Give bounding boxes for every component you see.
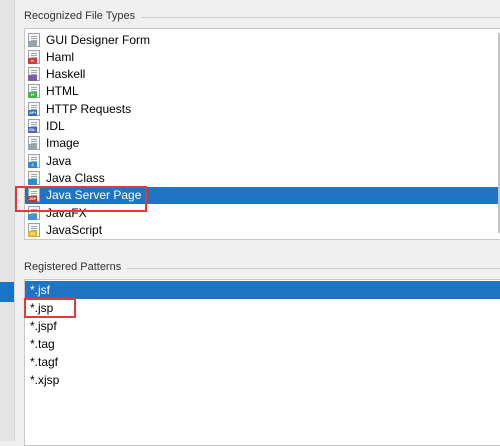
file-icon-badge bbox=[28, 40, 37, 47]
file-icon-badge: J bbox=[28, 161, 37, 168]
file-type-label: Image bbox=[46, 136, 80, 151]
recognized-group-title: Recognized File Types bbox=[24, 10, 142, 22]
pattern-label: *.tagf bbox=[30, 355, 59, 369]
file-type-item[interactable]: Image bbox=[25, 135, 500, 152]
java-class-file-icon bbox=[28, 170, 40, 185]
patterns-list[interactable]: *.jsf *.jsp *.jspf *.tag *.tagf *.xjsp bbox=[24, 279, 500, 446]
file-type-label: Java bbox=[46, 153, 72, 168]
file-type-item[interactable]: H HTML bbox=[25, 83, 500, 100]
file-type-label: JavaScript bbox=[46, 222, 103, 237]
file-icon-badge bbox=[28, 144, 37, 151]
file-type-item[interactable]: Java Class bbox=[25, 169, 500, 186]
file-type-label: Haml bbox=[46, 49, 75, 64]
left-panel-strip bbox=[0, 0, 15, 441]
pattern-label: *.jspf bbox=[30, 319, 57, 333]
file-icon-badge: JS bbox=[28, 230, 37, 237]
file-icon-badge bbox=[28, 75, 37, 82]
jsp-pattern-highlight bbox=[24, 298, 76, 318]
file-type-item[interactable]: J Java bbox=[25, 152, 500, 169]
file-type-label: HTTP Requests bbox=[46, 101, 132, 116]
file-type-item[interactable]: h Haml bbox=[25, 48, 500, 65]
file-icon-badge: API bbox=[28, 109, 37, 116]
file-type-label: IDL bbox=[46, 119, 65, 133]
file-icon-badge bbox=[28, 178, 37, 185]
pattern-item[interactable]: *.jspf bbox=[25, 317, 500, 335]
file-type-item[interactable]: IDL IDL bbox=[25, 118, 500, 135]
file-type-item[interactable]: JS JavaScript bbox=[25, 221, 500, 238]
idl-file-icon: IDL bbox=[28, 119, 40, 133]
file-type-item[interactable]: GUI Designer Form bbox=[25, 31, 500, 48]
haml-file-icon: h bbox=[28, 49, 40, 64]
pattern-item[interactable]: *.tagf bbox=[25, 353, 500, 371]
file-type-label: GUI Designer Form bbox=[46, 32, 151, 47]
file-type-label: Haskell bbox=[46, 67, 86, 82]
file-type-item[interactable]: Haskell bbox=[25, 66, 500, 83]
jsp-file-type-highlight bbox=[15, 186, 147, 212]
patterns-group-title: Registered Patterns bbox=[24, 261, 128, 273]
file-type-label: Java Class bbox=[46, 170, 105, 185]
java-file-icon: J bbox=[28, 153, 40, 168]
file-icon-badge: h bbox=[28, 57, 37, 64]
pattern-label: *.xjsp bbox=[30, 373, 60, 387]
pattern-item[interactable]: *.jsf bbox=[25, 281, 500, 299]
pattern-label: *.jsf bbox=[30, 283, 51, 297]
file-type-item[interactable]: API HTTP Requests bbox=[25, 100, 500, 117]
file-icon-badge bbox=[28, 213, 37, 220]
pattern-item[interactable]: *.jsp bbox=[25, 299, 500, 317]
image-file-icon bbox=[28, 136, 40, 151]
pattern-item[interactable]: *.tag bbox=[25, 335, 500, 353]
file-icon-badge: H bbox=[28, 92, 37, 99]
file-type-label: HTML bbox=[46, 84, 79, 99]
left-panel-selection bbox=[0, 282, 14, 302]
http-file-icon: API bbox=[28, 101, 40, 116]
form-file-icon bbox=[28, 32, 40, 47]
javascript-file-icon: JS bbox=[28, 222, 40, 237]
pattern-item[interactable]: *.xjsp bbox=[25, 371, 500, 389]
haskell-file-icon bbox=[28, 67, 40, 82]
html-file-icon: H bbox=[28, 84, 40, 99]
file-icon-badge: IDL bbox=[28, 127, 37, 133]
pattern-label: *.tag bbox=[30, 337, 55, 351]
